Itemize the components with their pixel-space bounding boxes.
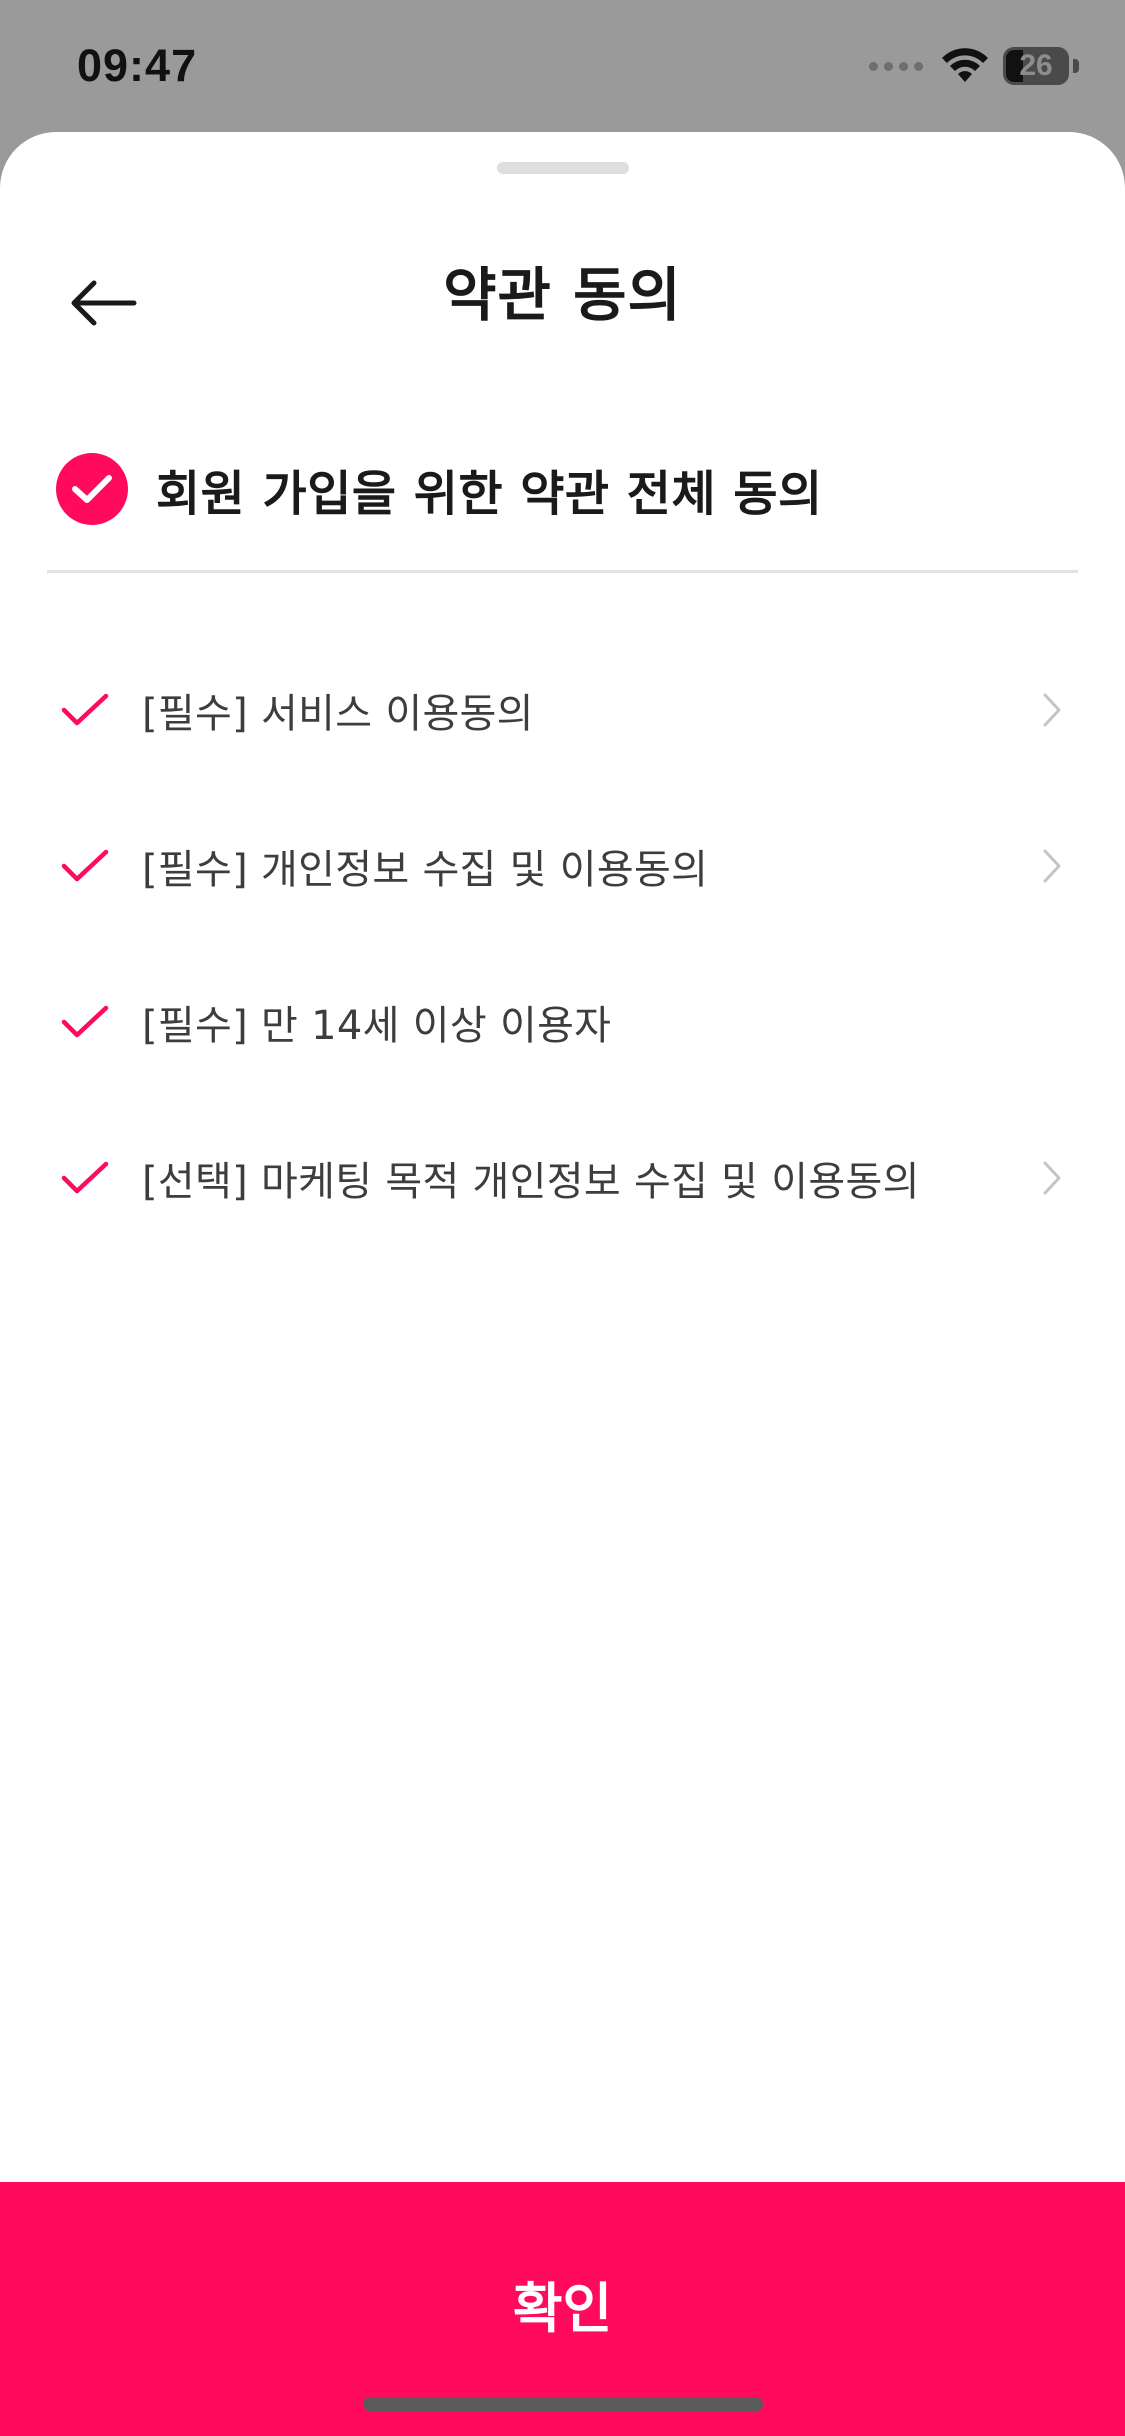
term-item-service[interactable]: [필수] 서비스 이용동의 xyxy=(0,632,1125,788)
checkmark-icon xyxy=(61,1161,109,1194)
terms-sheet: 약관 동의 회원 가입을 위한 약관 전체 동의 [필수] 서비스 이용동의 [… xyxy=(0,132,1125,2436)
term-item-age[interactable]: [필수] 만 14세 이상 이용자 xyxy=(0,944,1125,1100)
term-label: [필수] 개인정보 수집 및 이용동의 xyxy=(142,847,709,893)
status-bar: 09:47 26 xyxy=(0,0,1125,132)
checkmark-icon xyxy=(61,693,109,726)
chevron-right-icon[interactable] xyxy=(1039,1158,1065,1198)
term-item-privacy[interactable]: [필수] 개인정보 수집 및 이용동의 xyxy=(0,788,1125,944)
term-label: [필수] 만 14세 이상 이용자 xyxy=(142,1003,612,1049)
agree-all-label: 회원 가입을 위한 약관 전체 동의 xyxy=(156,466,823,522)
confirm-label: 확인 xyxy=(512,2277,613,2340)
page-title: 약관 동의 xyxy=(443,261,682,329)
battery-icon: 26 xyxy=(1003,47,1079,85)
status-time: 09:47 xyxy=(77,40,198,91)
checked-circle-icon xyxy=(56,453,128,525)
home-indicator-bar xyxy=(363,2397,763,2411)
term-label: [필수] 서비스 이용동의 xyxy=(142,691,534,737)
wifi-icon xyxy=(942,48,988,82)
terms-list: [필수] 서비스 이용동의 [필수] 개인정보 수집 및 이용동의 [필수] 만… xyxy=(0,632,1125,1256)
status-icons: 26 xyxy=(869,44,1079,88)
divider xyxy=(47,570,1078,573)
agree-all-checkbox[interactable]: 회원 가입을 위한 약관 전체 동의 xyxy=(56,434,1076,544)
term-label: [선택] 마케팅 목적 개인정보 수집 및 이용동의 xyxy=(142,1159,920,1205)
checkmark-icon xyxy=(61,849,109,882)
signal-icon xyxy=(869,56,925,76)
term-item-marketing[interactable]: [선택] 마케팅 목적 개인정보 수집 및 이용동의 xyxy=(0,1100,1125,1256)
battery-level: 26 xyxy=(1019,49,1053,82)
chevron-right-icon[interactable] xyxy=(1039,846,1065,886)
chevron-right-icon[interactable] xyxy=(1039,690,1065,730)
sheet-grabber[interactable] xyxy=(497,162,629,174)
checkmark-icon xyxy=(61,1005,109,1038)
